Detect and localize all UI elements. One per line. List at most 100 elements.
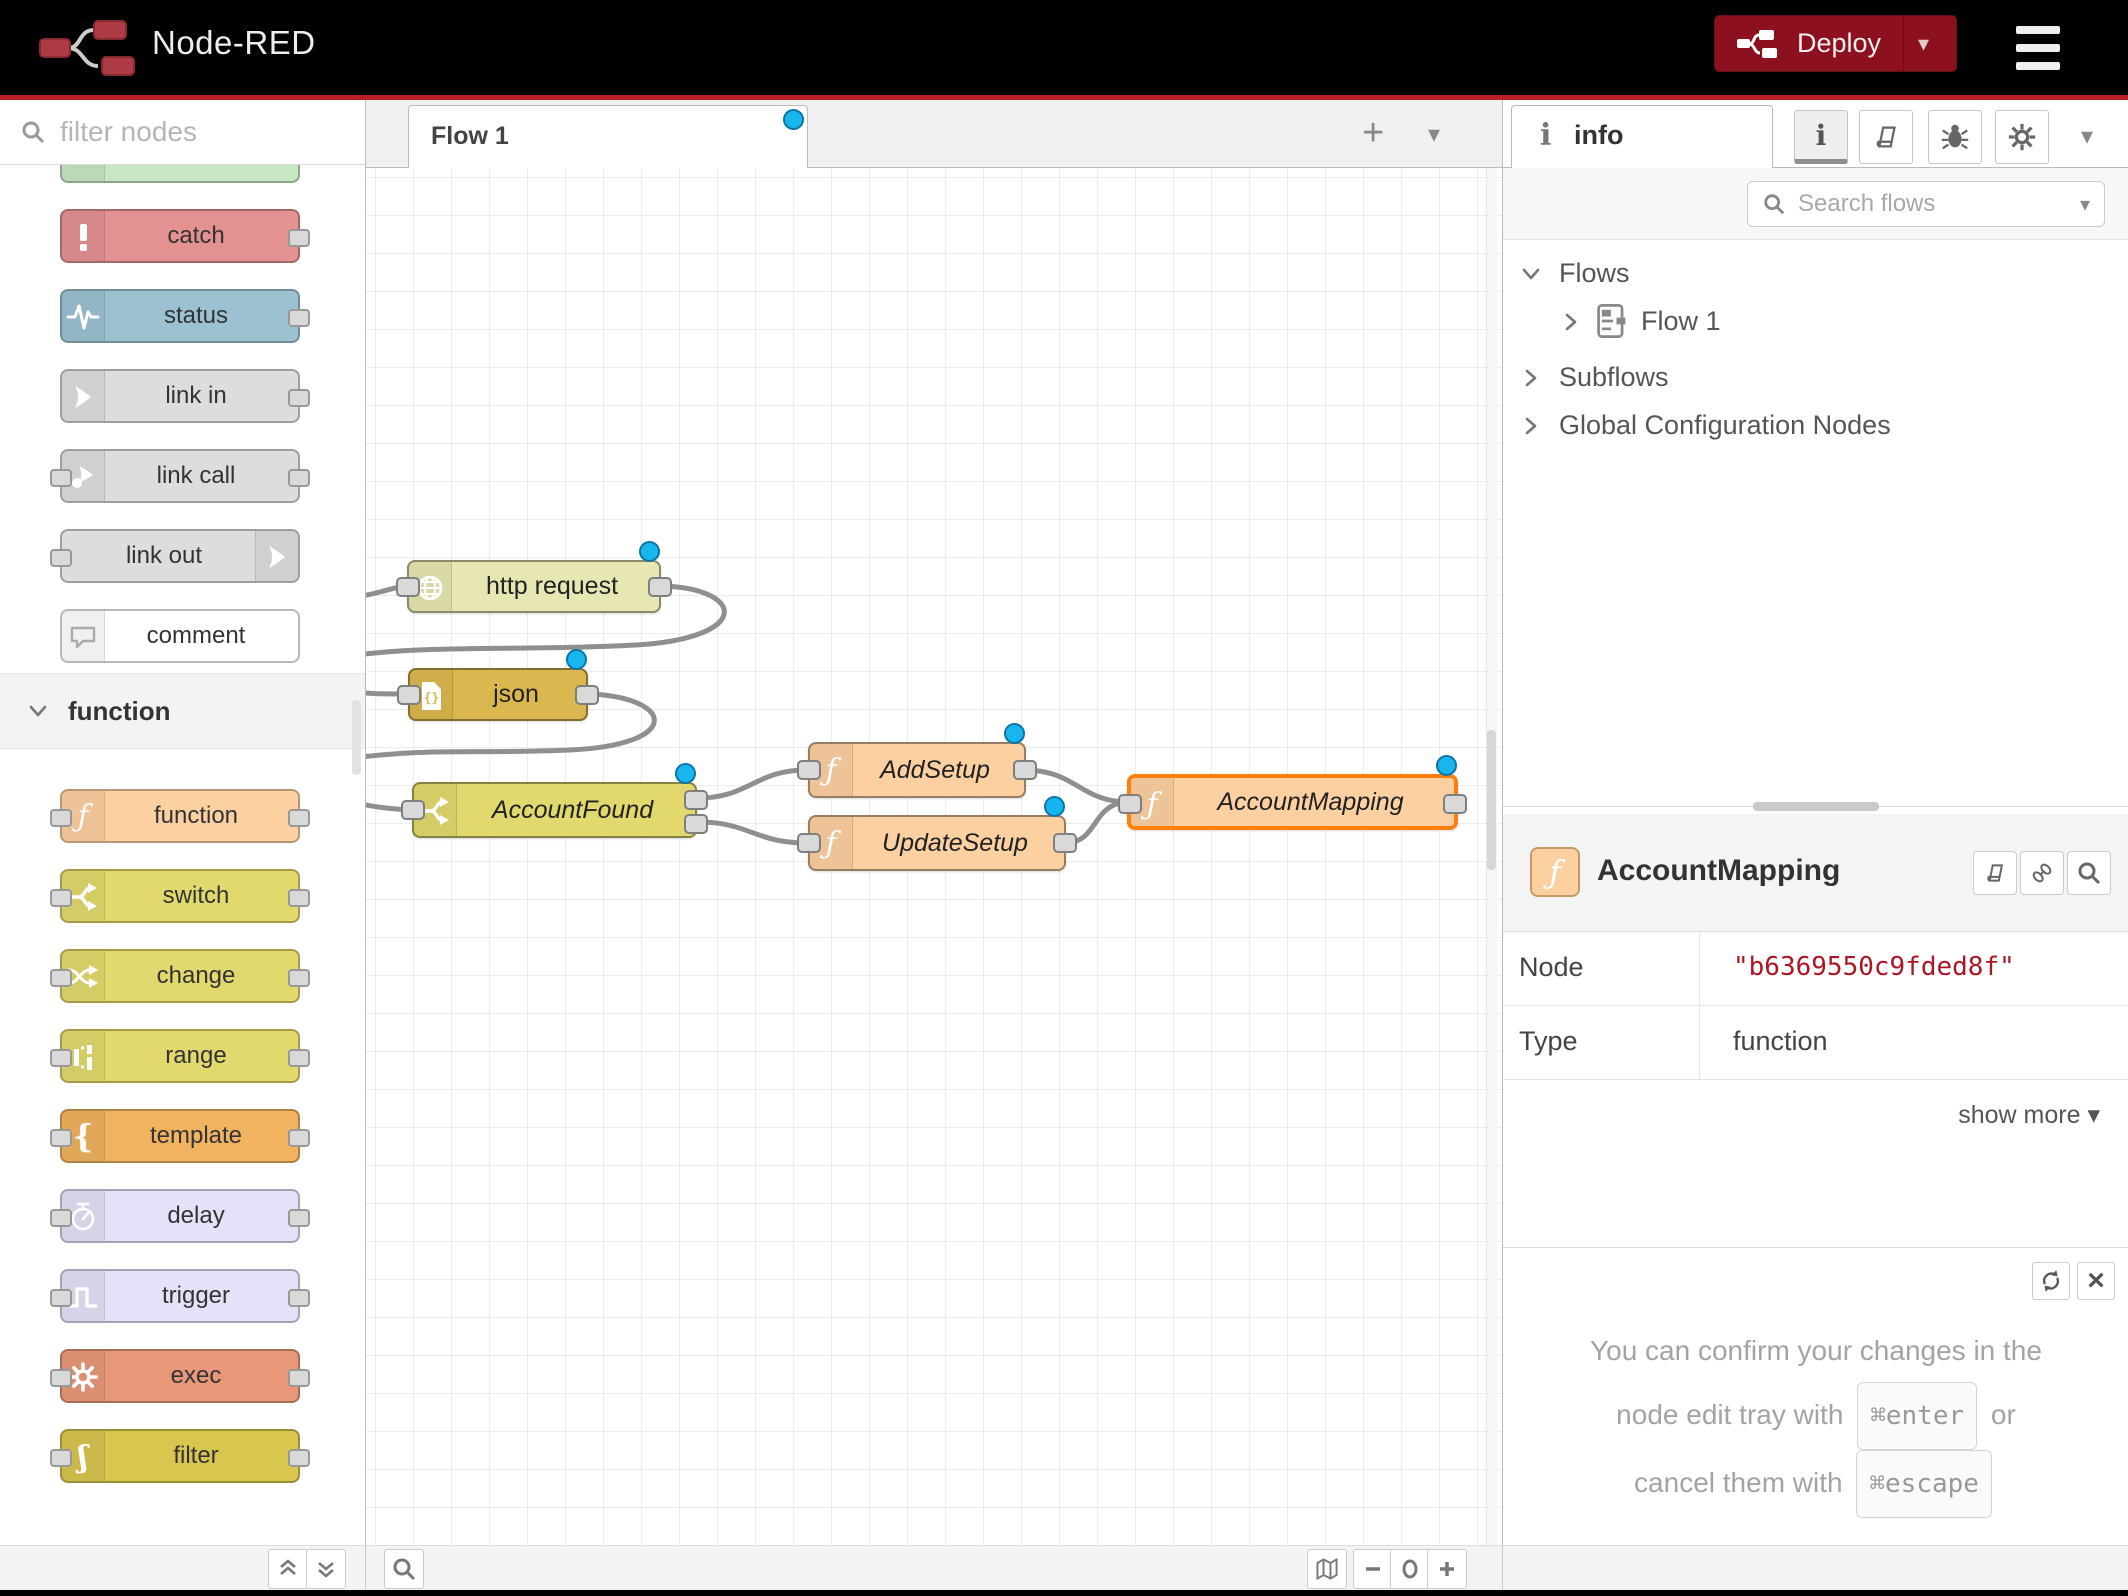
add-flow-button[interactable]: +: [1362, 112, 1384, 155]
output-port[interactable]: [1443, 794, 1467, 814]
output-port[interactable]: [288, 229, 310, 247]
input-port[interactable]: [50, 809, 72, 827]
tab-info[interactable]: i info: [1511, 105, 1773, 168]
input-port[interactable]: [396, 577, 420, 597]
collapse-all-button[interactable]: [268, 1549, 308, 1589]
zoom-in-button[interactable]: [1427, 1549, 1467, 1589]
input-port[interactable]: [50, 1289, 72, 1307]
palette-node-exec[interactable]: exec: [60, 1349, 300, 1403]
main-menu-button[interactable]: [2016, 26, 2064, 70]
palette-node-filter[interactable]: ʃfilter: [60, 1429, 300, 1483]
expand-all-button[interactable]: [306, 1549, 346, 1589]
tree-item-flow-1[interactable]: Flow 1: [1503, 298, 2128, 346]
palette-node-link-call[interactable]: link call: [60, 449, 300, 503]
output-port[interactable]: [288, 1049, 310, 1067]
output-port[interactable]: [288, 1369, 310, 1387]
canvas-search-button[interactable]: [384, 1549, 424, 1589]
tree-item-global-configuration-nodes[interactable]: Global Configuration Nodes: [1503, 402, 2128, 450]
canvas-node-http-request[interactable]: http request: [407, 560, 661, 613]
output-port[interactable]: [1013, 760, 1037, 780]
flow-canvas[interactable]: http request {}json AccountFound ƒAddSetup ƒ…: [366, 168, 1502, 1545]
palette-node-template[interactable]: {template: [60, 1109, 300, 1163]
output-port[interactable]: [288, 309, 310, 327]
deploy-caret-icon[interactable]: ▾: [1918, 31, 1929, 57]
palette-node-range[interactable]: range: [60, 1029, 300, 1083]
palette-node-switch[interactable]: switch: [60, 869, 300, 923]
input-port[interactable]: [1118, 794, 1142, 814]
palette-node-function[interactable]: ƒfunction: [60, 789, 300, 843]
wire-af:1-to-upd[interactable]: [699, 822, 806, 843]
input-port[interactable]: [397, 685, 421, 705]
wire-af:0-to-add[interactable]: [699, 770, 806, 798]
sidebar-debug-button[interactable]: [1928, 110, 1982, 164]
output-port[interactable]: [288, 1449, 310, 1467]
output-port[interactable]: [288, 389, 310, 407]
copy-link-button[interactable]: [2020, 851, 2064, 895]
chevron-right-icon[interactable]: [1519, 414, 1543, 438]
input-port[interactable]: [401, 800, 425, 820]
output-port[interactable]: [648, 577, 672, 597]
zoom-reset-button[interactable]: [1390, 1549, 1430, 1589]
input-port[interactable]: [50, 1369, 72, 1387]
output-port[interactable]: [288, 1129, 310, 1147]
wire-add-to-am[interactable]: [1028, 770, 1125, 802]
find-node-button[interactable]: [2067, 851, 2111, 895]
palette-search-box[interactable]: filter nodes: [0, 100, 365, 165]
chevron-right-icon[interactable]: [1519, 366, 1543, 390]
output-port-1[interactable]: [684, 790, 708, 810]
palette-node-link-in[interactable]: link in: [60, 369, 300, 423]
palette-node-comment[interactable]: comment: [60, 609, 300, 663]
input-port[interactable]: [50, 1449, 72, 1467]
output-port[interactable]: [288, 1289, 310, 1307]
input-port[interactable]: [50, 969, 72, 987]
output-port[interactable]: [288, 809, 310, 827]
output-port[interactable]: [288, 469, 310, 487]
palette-scrollbar[interactable]: [352, 700, 361, 775]
palette-node-catch[interactable]: catch: [60, 209, 300, 263]
input-port[interactable]: [50, 1209, 72, 1227]
output-port[interactable]: [1053, 833, 1077, 853]
palette-node-change[interactable]: change: [60, 949, 300, 1003]
tips-close-button[interactable]: ×: [2077, 1262, 2115, 1300]
canvas-node-addsetup[interactable]: ƒAddSetup: [808, 742, 1026, 798]
chevron-right-icon[interactable]: [1559, 310, 1583, 334]
sidebar-help-button[interactable]: [1859, 110, 1913, 164]
palette-category-function[interactable]: function: [0, 673, 365, 749]
output-port[interactable]: [288, 889, 310, 907]
sidebar-config-button[interactable]: [1995, 110, 2049, 164]
canvas-node-json[interactable]: {}json: [408, 668, 588, 721]
palette-node-delay[interactable]: delay: [60, 1189, 300, 1243]
canvas-scrollbar-thumb[interactable]: [1487, 730, 1496, 870]
input-port[interactable]: [50, 1129, 72, 1147]
input-port[interactable]: [797, 760, 821, 780]
output-port[interactable]: [288, 969, 310, 987]
tree-item-subflows[interactable]: Subflows: [1503, 354, 2128, 402]
tree-item-flows[interactable]: Flows: [1503, 250, 2128, 298]
sidebar-caret-icon[interactable]: ▾: [2081, 122, 2093, 151]
palette-node-link-out[interactable]: link out: [60, 529, 300, 583]
tab-flow-1[interactable]: Flow 1: [408, 105, 808, 168]
canvas-node-accountmapping[interactable]: ƒAccountMapping: [1127, 774, 1458, 830]
palette-node-status[interactable]: status: [60, 289, 300, 343]
flow-list-caret-icon[interactable]: ▾: [1428, 120, 1440, 149]
chevron-down-icon[interactable]: [1519, 262, 1543, 286]
output-port[interactable]: [288, 1209, 310, 1227]
canvas-node-accountfound[interactable]: AccountFound: [412, 782, 697, 838]
output-port[interactable]: [575, 685, 599, 705]
deploy-button[interactable]: Deploy ▾: [1714, 15, 1957, 72]
search-options-caret-icon[interactable]: ▾: [2080, 192, 2090, 217]
input-port[interactable]: [50, 889, 72, 907]
sidebar-info-button[interactable]: i: [1794, 110, 1848, 164]
input-port[interactable]: [797, 833, 821, 853]
canvas-node-updatesetup[interactable]: ƒUpdateSetup: [808, 815, 1066, 871]
show-more-link[interactable]: show more ▾: [1958, 1100, 2100, 1130]
navigator-map-button[interactable]: [1307, 1549, 1347, 1589]
zoom-out-button[interactable]: [1353, 1549, 1393, 1589]
tips-refresh-button[interactable]: [2032, 1262, 2070, 1300]
search-flows-input[interactable]: Search flows ▾: [1747, 181, 2105, 227]
splitter-grip[interactable]: [1753, 802, 1879, 811]
palette-node-partial-node[interactable]: [60, 165, 300, 183]
node-help-button[interactable]: [1973, 851, 2017, 895]
input-port[interactable]: [50, 549, 72, 567]
input-port[interactable]: [50, 469, 72, 487]
